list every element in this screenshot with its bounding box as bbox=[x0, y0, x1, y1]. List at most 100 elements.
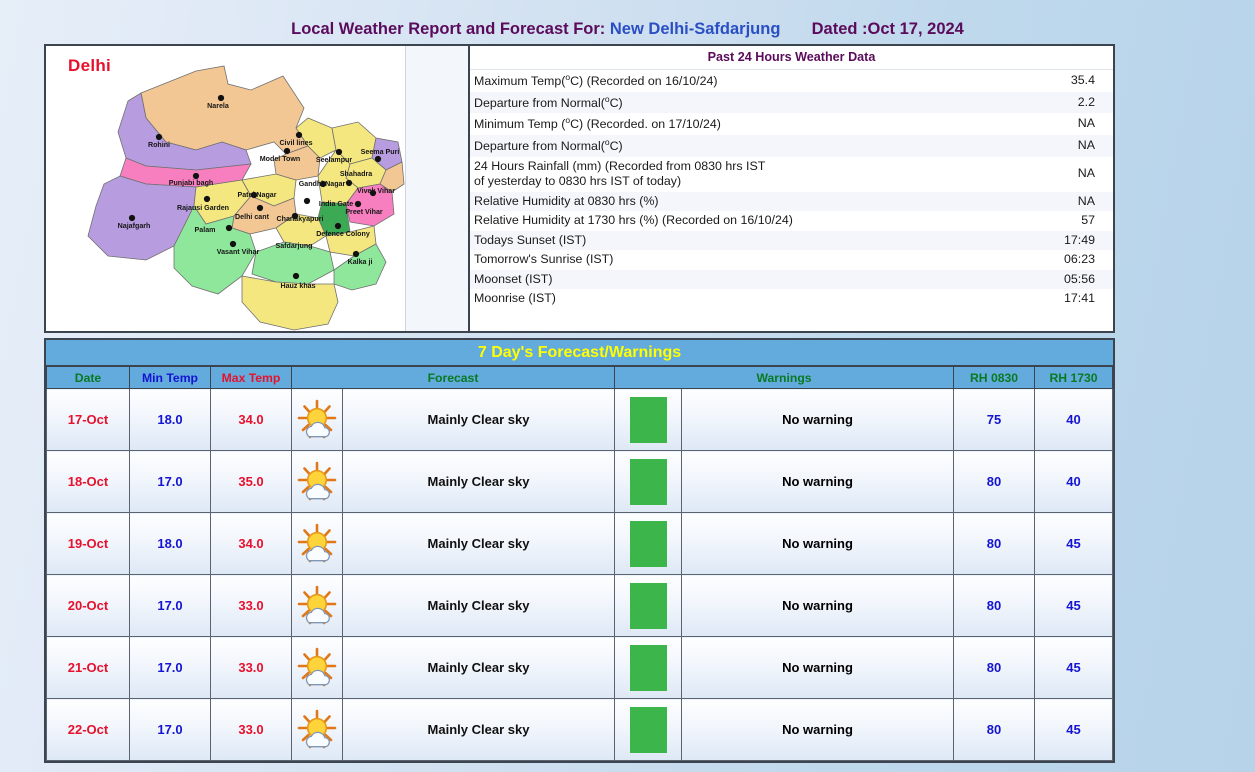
col-header-rh-1730: RH 1730 bbox=[1034, 366, 1114, 389]
green-warning-swatch bbox=[629, 520, 667, 567]
table-row: Relative Humidity at 0830 hrs (%) NA bbox=[470, 191, 1113, 211]
row-label-moonset: Moonset (IST) bbox=[470, 269, 1021, 289]
map-title: Delhi bbox=[68, 56, 112, 75]
cell-forecast: Mainly Clear sky bbox=[342, 512, 615, 575]
cell-rh-1730: 45 bbox=[1034, 636, 1114, 699]
row-value-max-temp: 35.4 bbox=[1070, 73, 1095, 88]
table-row: Departure from Normal(oC) 2.2 bbox=[470, 91, 1113, 114]
col-header-date: Date bbox=[46, 366, 130, 389]
row-value-departure-min: NA bbox=[1021, 134, 1113, 157]
cell-max-temp: 33.0 bbox=[210, 574, 292, 637]
table-row: Maximum Temp(oC) (Recorded on 16/10/24) … bbox=[470, 70, 1113, 92]
green-warning-swatch bbox=[629, 706, 667, 753]
map-label-punjabi-bagh: Punjabi bagh bbox=[169, 179, 214, 187]
cell-warning-text: No warning bbox=[680, 636, 955, 699]
sun-behind-cloud-icon bbox=[291, 698, 343, 761]
cell-warning-text: No warning bbox=[680, 698, 955, 761]
cell-max-temp: 33.0 bbox=[210, 636, 292, 699]
green-warning-swatch bbox=[629, 644, 667, 691]
map-label-seema-puri: Seema Puri bbox=[361, 148, 400, 156]
map-label-india-gate: India Gate bbox=[319, 200, 353, 208]
sun-behind-cloud-icon bbox=[291, 450, 343, 513]
past-24-hours-caption: Past 24 Hours Weather Data bbox=[470, 46, 1113, 70]
col-header-min-temp: Min Temp bbox=[129, 366, 211, 389]
forecast-table: Date Min Temp Max Temp Forecast Warnings… bbox=[46, 366, 1114, 761]
delhi-map: Delhi Narela Rohini Civil lines Model To… bbox=[46, 46, 406, 331]
row-value-departure-max: 2.2 bbox=[1021, 91, 1113, 114]
sun-behind-cloud-icon bbox=[291, 636, 343, 699]
map-label-najafgarh: Najafgarh bbox=[118, 222, 151, 230]
map-label-seelampur: Seelampur bbox=[316, 156, 353, 164]
row-value-rh-0830: NA bbox=[1021, 191, 1113, 211]
cell-max-temp: 34.0 bbox=[210, 512, 292, 575]
cell-warning-swatch bbox=[614, 574, 682, 637]
map-label-safdarjung: Safdarjung bbox=[275, 242, 312, 250]
map-label-chanakyapuri: Chanakyapuri bbox=[277, 215, 324, 223]
page-title-prefix: Local Weather Report and Forecast For: bbox=[291, 20, 606, 38]
delhi-map-svg: Narela Rohini Civil lines Model Town See… bbox=[87, 65, 405, 331]
map-label-shahadra: Shahadra bbox=[340, 170, 372, 178]
cell-warning-text: No warning bbox=[680, 450, 955, 513]
cell-rh-0830: 80 bbox=[953, 574, 1036, 637]
row-value-moonset: 05:56 bbox=[1021, 269, 1113, 289]
map-label-rohini: Rohini bbox=[148, 141, 170, 149]
table-row: 24 Hours Rainfall (mm) (Recorded from 08… bbox=[470, 157, 1113, 192]
cell-min-temp: 17.0 bbox=[129, 698, 211, 761]
row-label-rh-1730: Relative Humidity at 1730 hrs (%) (Recor… bbox=[474, 213, 793, 227]
table-row: Moonset (IST) 05:56 bbox=[470, 269, 1113, 289]
cell-rh-0830: 80 bbox=[953, 636, 1036, 699]
cell-forecast: Mainly Clear sky bbox=[342, 636, 615, 699]
cell-rh-1730: 45 bbox=[1034, 698, 1114, 761]
cell-warning-text: No warning bbox=[680, 512, 955, 575]
cell-max-temp: 35.0 bbox=[210, 450, 292, 513]
table-row: Todays Sunset (IST) 17:49 bbox=[470, 230, 1113, 250]
map-label-civil-lines: Civil lines bbox=[279, 139, 312, 147]
map-label-model-town: Model Town bbox=[260, 155, 300, 163]
cell-max-temp: 34.0 bbox=[210, 388, 292, 451]
map-label-kalka-ji: Kalka ji bbox=[348, 258, 373, 266]
cell-max-temp: 33.0 bbox=[210, 698, 292, 761]
map-label-delhi-cant: Delhi cant bbox=[235, 213, 270, 221]
table-row: Minimum Temp (oC) (Recorded. on 17/10/24… bbox=[470, 113, 1113, 135]
cell-min-temp: 18.0 bbox=[129, 388, 211, 451]
row-label-max-temp: Maximum Temp(oC) (Recorded on 16/10/24) bbox=[474, 72, 718, 89]
sun-behind-cloud-icon bbox=[291, 512, 343, 575]
cell-date: 22-Oct bbox=[46, 698, 130, 761]
table-row: Departure from Normal(oC) NA bbox=[470, 134, 1113, 157]
map-label-defence-colony: Defence Colony bbox=[316, 230, 370, 238]
map-label-vivek-vihar: Vivek Vihar bbox=[357, 187, 395, 195]
table-row: Moonrise (IST) 17:41 bbox=[470, 289, 1113, 309]
map-label-preet-vihar: Preet Vihar bbox=[345, 208, 383, 216]
row-label-sunrise: Tomorrow's Sunrise (IST) bbox=[474, 252, 614, 266]
cell-warning-text: No warning bbox=[680, 388, 955, 451]
row-label-min-temp: Minimum Temp (oC) (Recorded. on 17/10/24… bbox=[474, 115, 721, 132]
cell-warning-swatch bbox=[614, 512, 682, 575]
cell-forecast: Mainly Clear sky bbox=[342, 698, 615, 761]
cell-date: 20-Oct bbox=[46, 574, 130, 637]
past-24-hours-panel: Past 24 Hours Weather Data Maximum Temp(… bbox=[470, 46, 1113, 331]
table-row: Tomorrow's Sunrise (IST) 06:23 bbox=[470, 250, 1113, 270]
station-name: New Delhi-Safdarjung bbox=[609, 20, 781, 38]
past-24-hours-table: Past 24 Hours Weather Data Maximum Temp(… bbox=[470, 46, 1113, 309]
panel-divider bbox=[406, 46, 470, 331]
map-label-vasant-vihar: Vasant Vihar bbox=[217, 248, 260, 256]
sun-behind-cloud-icon bbox=[291, 574, 343, 637]
cell-rh-0830: 75 bbox=[953, 388, 1036, 451]
top-panel: Delhi Narela Rohini Civil lines Model To… bbox=[44, 44, 1115, 333]
cell-min-temp: 17.0 bbox=[129, 636, 211, 699]
row-label-departure-min: Departure from Normal(oC) bbox=[470, 134, 1021, 157]
cell-forecast: Mainly Clear sky bbox=[342, 450, 615, 513]
row-value-min-temp: NA bbox=[1077, 116, 1095, 131]
row-value-sunrise: 06:23 bbox=[1063, 252, 1095, 266]
cell-rh-1730: 45 bbox=[1034, 574, 1114, 637]
row-value-rainfall: NA bbox=[1077, 166, 1095, 181]
row-value-moonrise: 17:41 bbox=[1063, 291, 1095, 305]
col-header-warnings: Warnings bbox=[613, 366, 955, 389]
cell-date: 19-Oct bbox=[46, 512, 130, 575]
cell-date: 17-Oct bbox=[46, 388, 130, 451]
row-label-rh-0830: Relative Humidity at 0830 hrs (%) bbox=[470, 191, 1021, 211]
cell-rh-1730: 45 bbox=[1034, 512, 1114, 575]
cell-min-temp: 17.0 bbox=[129, 574, 211, 637]
col-header-rh-0830: RH 0830 bbox=[953, 366, 1036, 389]
page-title: Local Weather Report and Forecast For: N… bbox=[0, 20, 1255, 39]
